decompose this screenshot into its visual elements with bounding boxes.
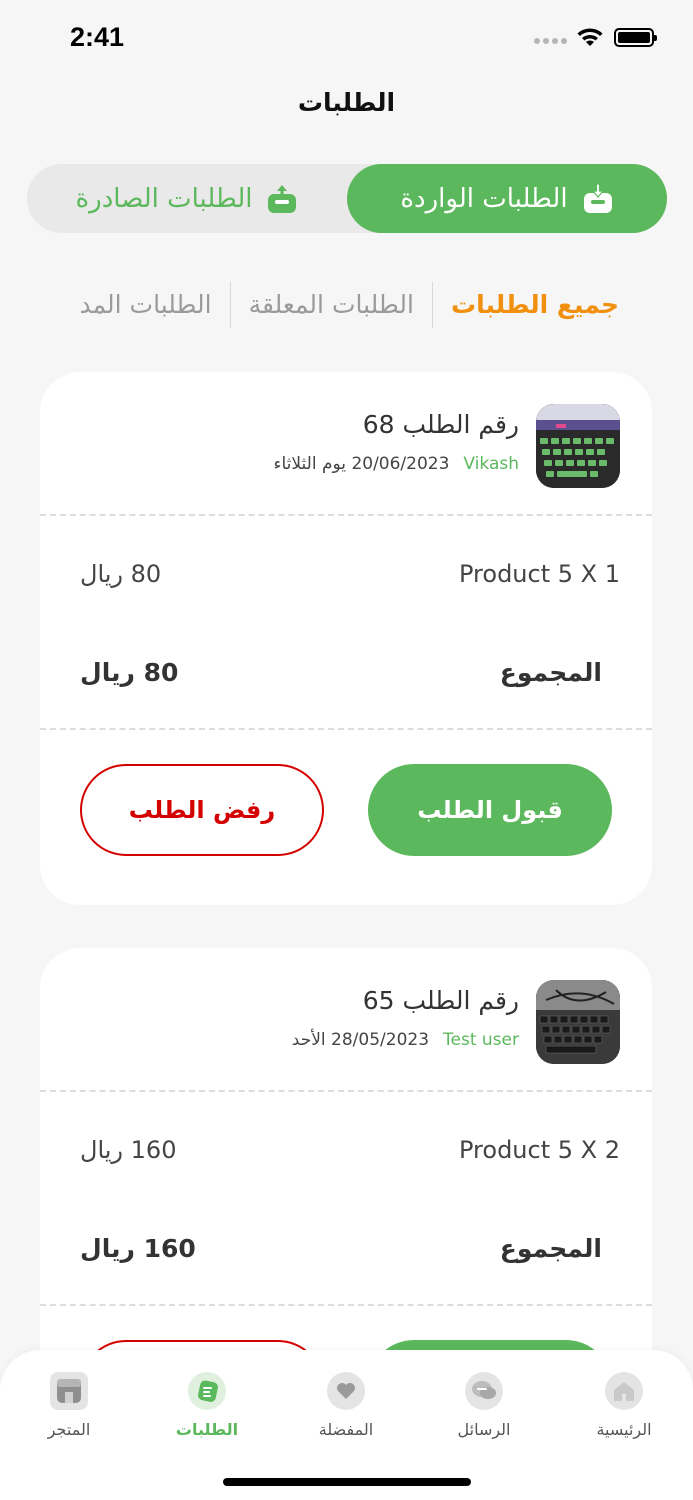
chat-bubbles-icon <box>465 1372 503 1410</box>
tab-incoming-label: الطلبات الواردة <box>400 183 568 214</box>
reject-order-button[interactable]: رفض الطلب <box>80 764 324 856</box>
customer-name: Test user <box>443 1030 519 1050</box>
customer-name: Vikash <box>463 454 519 474</box>
filter-divider <box>432 282 433 328</box>
tab-orders[interactable]: الطلبات <box>157 1372 257 1439</box>
item-price: 80 ريال <box>80 560 162 588</box>
tab-orders-label: الطلبات <box>175 1420 239 1439</box>
product-thumbnail <box>536 980 620 1064</box>
filter-divider <box>229 282 231 328</box>
tab-messages[interactable]: الرسائل <box>434 1372 534 1439</box>
signal-icon <box>534 38 567 44</box>
tab-store[interactable]: المتجر <box>19 1372 119 1439</box>
total-value: 80 ريال <box>80 658 179 687</box>
tab-incoming-orders[interactable]: الطلبات الواردة <box>347 164 667 233</box>
filter-tabs: جميع الطلبات الطلبات المعلقة الطلبات الم… <box>57 282 619 332</box>
order-number: رقم الطلب 65 <box>362 986 519 1015</box>
tab-store-label: المتجر <box>47 1420 91 1439</box>
total-label: المجموع <box>499 658 602 687</box>
status-bar: 2:41 <box>0 0 693 80</box>
divider <box>40 514 652 516</box>
order-date: 28/05/2023 الأحد <box>291 1030 430 1050</box>
tab-messages-label: الرسائل <box>457 1420 511 1439</box>
order-date: 20/06/2023 يوم الثلاثاء <box>273 454 450 474</box>
tab-outgoing-label: الطلبات الصادرة <box>75 183 253 214</box>
divider <box>40 1304 652 1306</box>
orders-list-icon <box>188 1372 226 1410</box>
order-number: رقم الطلب 68 <box>362 410 519 439</box>
order-meta: Test user 28/05/2023 الأحد <box>292 1030 519 1050</box>
divider <box>40 1090 652 1092</box>
home-indicator <box>223 1478 471 1486</box>
tab-home-label: الرئيسية <box>596 1420 652 1439</box>
store-icon <box>50 1372 88 1410</box>
filter-pending-orders[interactable]: الطلبات المعلقة <box>231 282 432 328</box>
filter-all-orders[interactable]: جميع الطلبات <box>433 282 619 328</box>
order-meta: Vikash 20/06/2023 يوم الثلاثاء <box>274 454 520 474</box>
order-card[interactable]: رقم الطلب 68 Vikash 20/06/2023 يوم الثلا… <box>40 372 652 905</box>
total-value: 160 ريال <box>80 1234 196 1263</box>
tab-outgoing-orders[interactable]: الطلبات الصادرة <box>27 164 347 233</box>
tab-home[interactable]: الرئيسية <box>574 1372 674 1439</box>
total-label: المجموع <box>499 1234 602 1263</box>
item-price: 160 ريال <box>80 1136 177 1164</box>
heart-icon <box>327 1372 365 1410</box>
orders-direction-toggle: الطلبات الصادرة الطلبات الواردة <box>27 164 667 233</box>
status-time: 2:41 <box>70 22 125 52</box>
page-title: الطلبات <box>297 88 396 117</box>
product-thumbnail <box>536 404 620 488</box>
tab-favorites-label: المفضلة <box>318 1420 374 1439</box>
divider <box>40 728 652 730</box>
tab-favorites[interactable]: المفضلة <box>296 1372 396 1439</box>
inbox-tray-icon <box>583 182 612 213</box>
filter-more-orders[interactable]: الطلبات المد <box>61 282 229 328</box>
item-name: Product 5 X 2 <box>459 1136 620 1164</box>
accept-order-button[interactable]: قبول الطلب <box>368 764 612 856</box>
wifi-icon <box>577 28 603 46</box>
home-icon <box>605 1372 643 1410</box>
outbox-tray-icon <box>268 184 297 213</box>
item-name: Product 5 X 1 <box>459 560 620 588</box>
battery-icon <box>614 28 657 47</box>
